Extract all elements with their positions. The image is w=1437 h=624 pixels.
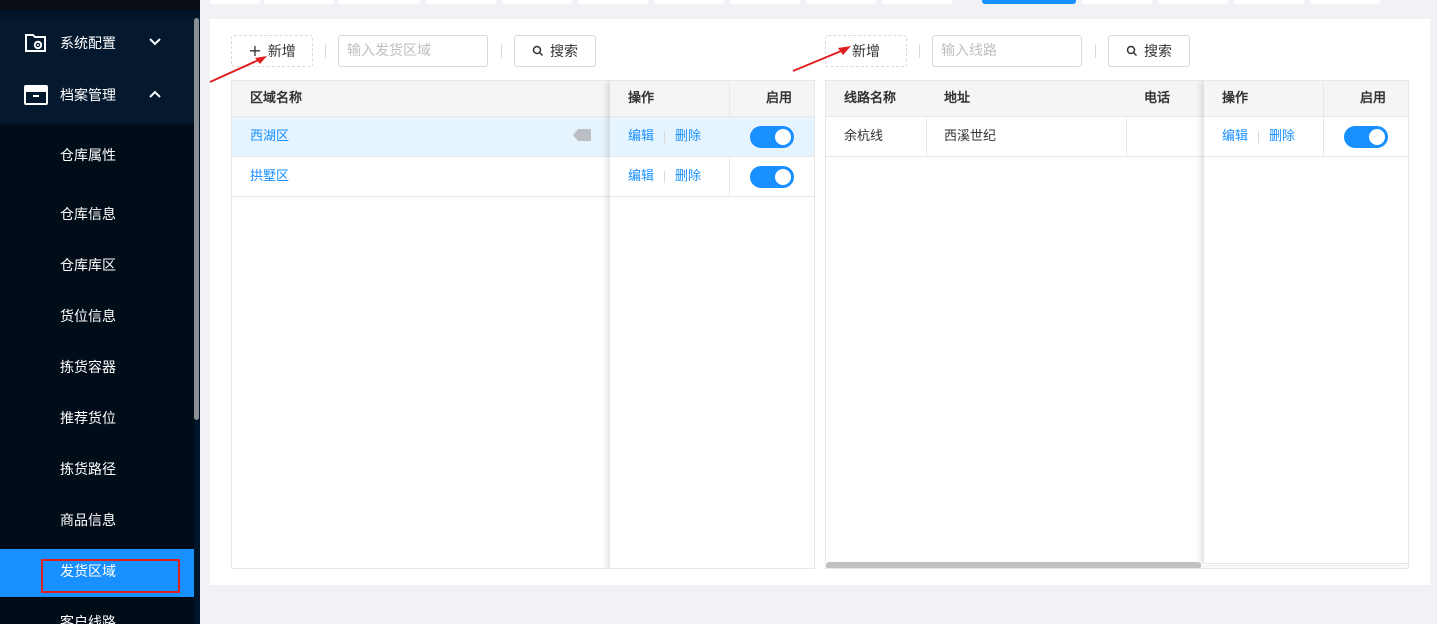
fixed-right-columns: 操作 启用 编辑 删除 编辑 删除: [610, 81, 814, 568]
tag-icon: [573, 129, 591, 141]
toolbar-divider: [501, 44, 502, 58]
search-icon: [1126, 45, 1138, 57]
tab[interactable]: [1310, 0, 1380, 4]
folder-gear-icon: [25, 34, 46, 52]
column-header-phone: 电话: [1126, 81, 1204, 117]
tab[interactable]: [882, 0, 952, 4]
route-name-cell: 余杭线: [826, 117, 926, 157]
enable-toggle[interactable]: [750, 126, 794, 148]
tab[interactable]: [654, 0, 724, 4]
horizontal-scrollbar[interactable]: [826, 562, 1201, 568]
tab[interactable]: [1158, 0, 1228, 4]
add-area-button[interactable]: + 新增: [231, 35, 313, 67]
menu-group-label: 系统配置: [60, 36, 116, 52]
route-table: 线路名称 地址 电话 余杭线 西溪世纪 操作 启用 编辑 删除: [825, 80, 1409, 569]
column-header-area-name: 区域名称: [232, 81, 610, 117]
delete-link[interactable]: 删除: [1269, 129, 1295, 144]
sidebar-item-picking-path[interactable]: 拣货路径: [0, 450, 194, 490]
edit-link[interactable]: 编辑: [628, 169, 654, 184]
search-button-label: 搜索: [1144, 44, 1172, 60]
column-header-ops: 操作: [1204, 81, 1324, 117]
sidebar-top-bar: [0, 0, 200, 10]
plus-icon: +: [248, 41, 262, 60]
search-button-label: 搜索: [550, 44, 578, 60]
sidebar-item-recommended-location[interactable]: 推荐货位: [0, 399, 194, 439]
menu-group-label: 档案管理: [60, 88, 116, 104]
phone-cell: [1126, 117, 1204, 157]
toggle-knob: [775, 169, 791, 185]
column-header-enable: 启用: [1324, 81, 1408, 117]
add-route-button[interactable]: 新增: [825, 35, 907, 67]
link-divider: [664, 130, 666, 143]
area-table: 区域名称 西湖区 拱墅区 操作 启用 编辑 删除 编辑 删除: [231, 80, 815, 569]
sidebar-item-warehouse-info[interactable]: 仓库信息: [0, 195, 194, 235]
content-panel: + 新增 输入发货区域 搜索 区域名称 西湖区 拱墅区 操作 启用 编辑 删除 编…: [210, 19, 1430, 585]
tab-strip: [200, 0, 1437, 8]
column-header-ops: 操作: [610, 81, 730, 117]
add-button-label: 新增: [852, 44, 880, 60]
sidebar-item-warehouse-attr[interactable]: 仓库属性: [0, 136, 194, 176]
tab[interactable]: [502, 0, 572, 4]
enable-toggle[interactable]: [1344, 126, 1388, 148]
table-row[interactable]: 西湖区: [232, 117, 610, 157]
add-button-label: 新增: [267, 44, 296, 60]
edit-link[interactable]: 编辑: [628, 129, 654, 144]
sidebar-scrollbar[interactable]: [194, 18, 199, 420]
sidebar-item-customer-route[interactable]: 客户线路: [0, 603, 194, 624]
archive-box-icon: [24, 85, 48, 105]
chevron-up-icon: [149, 90, 161, 98]
area-name-cell[interactable]: 西湖区: [250, 129, 289, 144]
edit-link[interactable]: 编辑: [1222, 129, 1248, 144]
tab-active[interactable]: [982, 0, 1076, 4]
toolbar-divider: [325, 44, 326, 58]
enable-toggle[interactable]: [750, 166, 794, 188]
menu-group-system-config[interactable]: 系统配置: [0, 18, 194, 70]
tab[interactable]: [730, 0, 800, 4]
area-search-input[interactable]: 输入发货区域: [338, 35, 488, 67]
column-header-route-name: 线路名称: [826, 81, 926, 117]
tab[interactable]: [1234, 0, 1304, 4]
tab[interactable]: [578, 0, 648, 4]
delete-link[interactable]: 删除: [675, 129, 701, 144]
link-divider: [664, 170, 666, 183]
delete-link[interactable]: 删除: [675, 169, 701, 184]
tab[interactable]: [210, 0, 260, 4]
route-search-button[interactable]: 搜索: [1108, 35, 1190, 67]
menu-group-archive[interactable]: 档案管理: [0, 70, 194, 122]
annotation-highlight-box: [41, 559, 180, 593]
link-divider: [1258, 130, 1260, 143]
tab[interactable]: [338, 0, 420, 4]
area-search-button[interactable]: 搜索: [514, 35, 596, 67]
route-search-input[interactable]: 输入线路: [932, 35, 1082, 67]
column-header-address: 地址: [926, 81, 1126, 117]
sidebar-item-warehouse-zone[interactable]: 仓库库区: [0, 246, 194, 286]
column-header-enable: 启用: [730, 81, 814, 117]
toggle-knob: [1369, 129, 1385, 145]
area-name-cell[interactable]: 拱墅区: [250, 169, 289, 184]
tab[interactable]: [426, 0, 496, 4]
address-cell: 西溪世纪: [926, 117, 1126, 157]
toggle-knob: [775, 129, 791, 145]
footer-line: [1204, 563, 1408, 564]
tab[interactable]: [806, 0, 876, 4]
toolbar-divider: [919, 44, 920, 58]
sidebar-item-location-info[interactable]: 货位信息: [0, 297, 194, 337]
tab[interactable]: [264, 0, 334, 4]
table-row[interactable]: 拱墅区: [232, 157, 610, 197]
search-icon: [532, 45, 544, 57]
toolbar-divider: [1095, 44, 1096, 58]
sidebar-item-product-info[interactable]: 商品信息: [0, 501, 194, 541]
sidebar: 系统配置 档案管理 仓库属性 仓库信息 仓库库区 货位信息 拣货容器 推荐货位 …: [0, 0, 200, 624]
fixed-right-columns: 操作 启用 编辑 删除: [1204, 81, 1408, 565]
chevron-down-icon: [149, 38, 161, 46]
tab[interactable]: [1082, 0, 1152, 4]
sidebar-item-picking-container[interactable]: 拣货容器: [0, 348, 194, 388]
